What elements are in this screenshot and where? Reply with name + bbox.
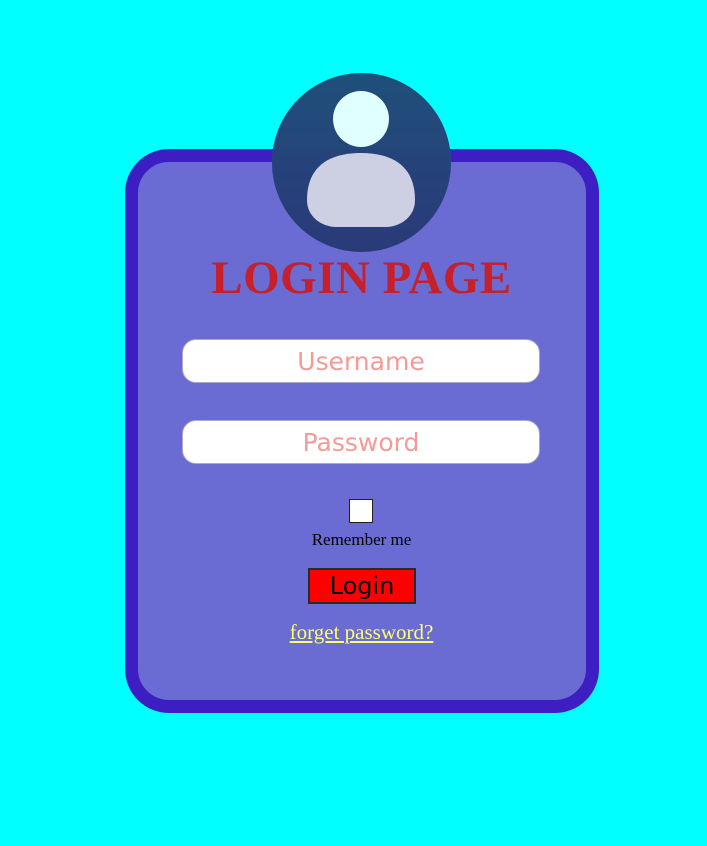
user-icon [272,73,451,252]
remember-me-checkbox[interactable] [349,499,373,523]
username-input[interactable] [182,339,540,383]
password-input[interactable] [182,420,540,464]
forget-password-link[interactable]: forget password? [0,620,707,645]
page-title: LOGIN PAGE [211,252,512,304]
user-avatar [272,73,451,252]
remember-me-label: Remember me [311,530,412,549]
login-button[interactable]: Login [308,568,416,604]
